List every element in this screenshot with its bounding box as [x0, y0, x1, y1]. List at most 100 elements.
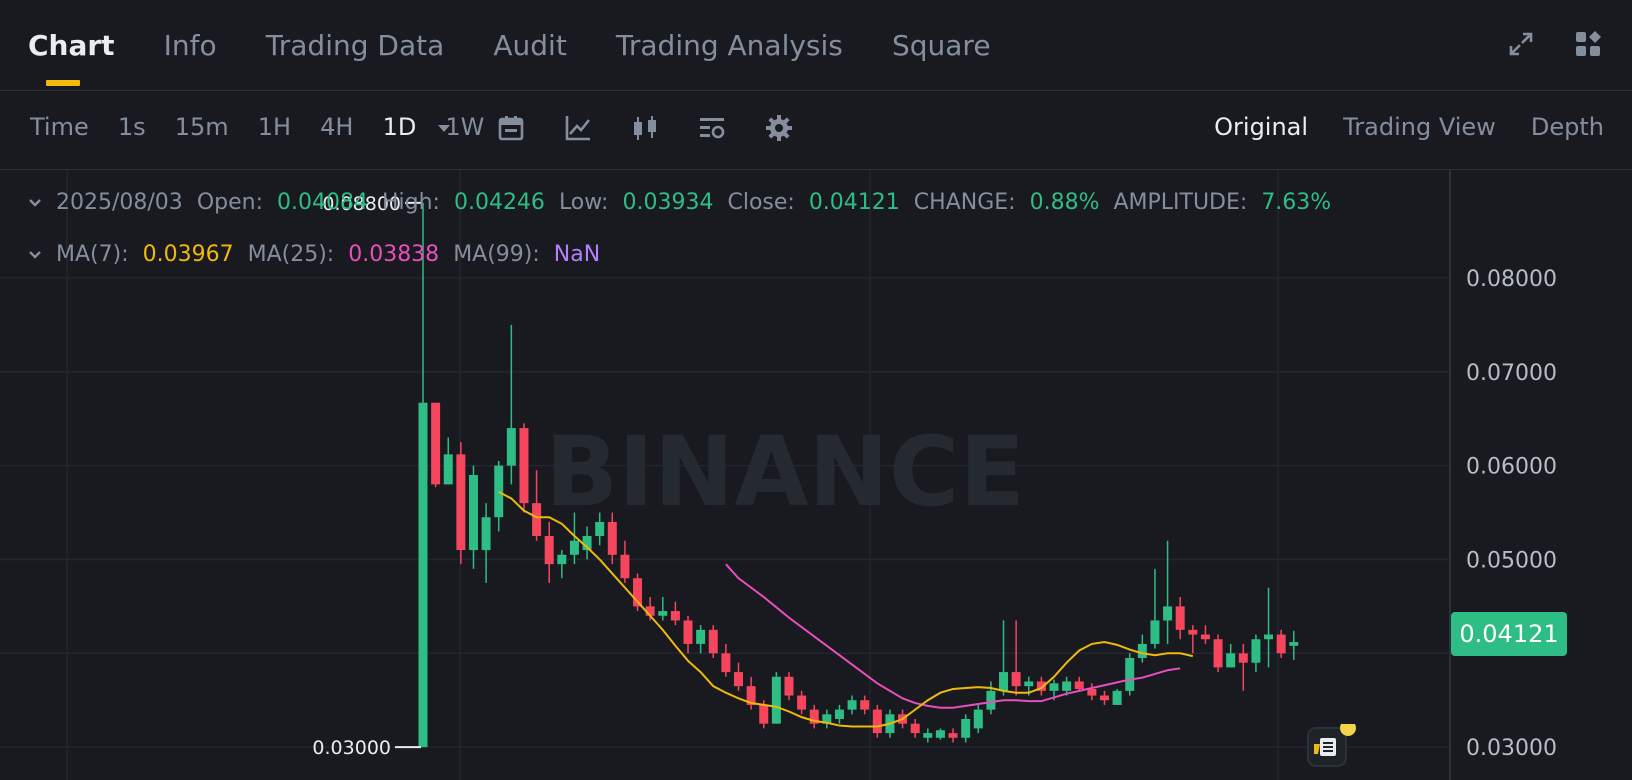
price-axis-tick-label: 0.06000 — [1466, 455, 1557, 480]
candle — [822, 709, 832, 729]
candle-body — [948, 733, 958, 738]
interval-1d[interactable]: 1D — [383, 113, 417, 141]
chevron-down-icon[interactable] — [28, 248, 42, 262]
tab-square[interactable]: Square — [892, 28, 991, 64]
ma99-value: NaN — [553, 242, 601, 267]
candle — [834, 704, 844, 724]
candle-body — [1276, 634, 1286, 654]
candle-body — [1137, 643, 1147, 658]
indicator-icon[interactable] — [562, 112, 594, 144]
candle — [847, 695, 857, 715]
interval-15m[interactable]: 15m — [175, 113, 229, 141]
ma7-value: 0.03967 — [142, 242, 234, 267]
candle — [443, 437, 453, 485]
candle-body — [784, 676, 794, 696]
candle — [771, 672, 781, 724]
close-label: Close: — [727, 190, 795, 215]
candle — [582, 526, 592, 560]
candle-body — [519, 428, 529, 504]
ohlc-date: 2025/08/03 — [56, 190, 183, 215]
candle — [1188, 625, 1198, 654]
candle-body — [607, 521, 617, 555]
candle-body — [1099, 695, 1109, 701]
top-tab-bar: Chart Info Trading Data Audit Trading An… — [0, 0, 1632, 91]
gear-icon[interactable] — [763, 112, 795, 144]
candle-body — [771, 676, 781, 724]
notes-icon[interactable] — [1306, 724, 1358, 770]
low-label: Low: — [558, 190, 609, 215]
interval-1h[interactable]: 1H — [258, 113, 291, 141]
tab-trading-analysis[interactable]: Trading Analysis — [616, 28, 843, 64]
candle-body — [847, 700, 857, 710]
low-value: 0.03934 — [622, 190, 714, 215]
candle — [431, 402, 441, 488]
candle-body — [658, 611, 668, 616]
calendar-icon[interactable] — [495, 112, 527, 144]
high-label: High: — [381, 190, 440, 215]
candle — [1150, 568, 1160, 649]
candle — [1200, 625, 1210, 644]
candle — [683, 615, 693, 654]
ma25-label: MA(25): — [247, 242, 335, 267]
candle — [544, 521, 554, 583]
candle-body — [532, 503, 542, 536]
chart-tools — [428, 112, 825, 144]
candle — [961, 714, 971, 743]
candle — [1125, 653, 1135, 696]
interval-1s[interactable]: 1s — [118, 113, 146, 141]
candle — [519, 423, 529, 513]
candle-body — [468, 475, 478, 551]
candle-body — [1087, 688, 1097, 696]
view-depth[interactable]: Depth — [1531, 113, 1604, 141]
open-value: 0.04084 — [276, 190, 368, 215]
tab-list: Chart Info Trading Data Audit Trading An… — [28, 28, 1035, 86]
view-trading-view[interactable]: Trading View — [1343, 113, 1496, 141]
candle — [468, 465, 478, 569]
candle-body — [1200, 634, 1210, 640]
view-original[interactable]: Original — [1214, 113, 1308, 141]
candle — [481, 503, 491, 583]
candle — [1074, 676, 1084, 691]
candlestick-icon[interactable] — [629, 112, 661, 144]
candle-body — [1049, 683, 1059, 691]
tab-chart[interactable]: Chart — [28, 28, 115, 86]
candle — [1011, 620, 1021, 696]
high-value: 0.04246 — [453, 190, 545, 215]
candle-body — [961, 719, 971, 738]
chevron-down-icon[interactable] — [28, 196, 42, 210]
candle-body — [973, 709, 983, 729]
candle — [872, 704, 882, 738]
candle — [784, 672, 794, 701]
price-axis-tick-label: 0.03000 — [1466, 736, 1557, 761]
ma25-value: 0.03838 — [348, 242, 440, 267]
tab-trading-data[interactable]: Trading Data — [266, 28, 445, 64]
candle-body — [620, 554, 630, 579]
interval-dropdown-icon[interactable] — [428, 112, 460, 144]
candle-body — [431, 402, 441, 485]
chart-toolbar: Time 1s 15m 1H 4H 1D 1W Original Trading… — [0, 90, 1632, 170]
chart-settings-icon[interactable] — [696, 112, 728, 144]
candle — [910, 719, 920, 738]
interval-4h[interactable]: 4H — [320, 113, 353, 141]
interval-time[interactable]: Time — [30, 113, 89, 141]
candle-body — [595, 521, 605, 536]
candle-body — [1226, 653, 1236, 668]
candle — [935, 728, 945, 740]
candle — [532, 470, 542, 541]
candle — [494, 460, 504, 532]
candle-body — [1150, 620, 1160, 644]
candle — [809, 704, 819, 729]
candle-body — [683, 620, 693, 644]
tab-audit[interactable]: Audit — [493, 28, 566, 64]
change-label: CHANGE: — [913, 190, 1016, 215]
layout-grid-icon[interactable] — [1572, 28, 1604, 60]
candle-body — [834, 709, 844, 719]
candle — [797, 690, 807, 715]
candle-body — [696, 629, 706, 644]
tab-info[interactable]: Info — [164, 28, 217, 64]
ohlc-legend: 2025/08/03 Open: 0.04084 High: 0.04246 Low: 0.… — [28, 190, 1345, 215]
candle — [620, 540, 630, 583]
candle — [1226, 643, 1236, 668]
expand-icon[interactable] — [1505, 28, 1537, 60]
candle — [1137, 634, 1147, 663]
